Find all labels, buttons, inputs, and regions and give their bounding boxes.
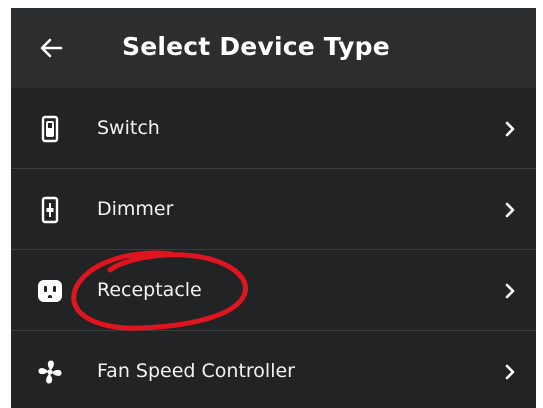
device-type-item-switch[interactable]: Switch — [11, 88, 536, 169]
device-type-label: Dimmer — [97, 198, 174, 220]
dimmer-icon — [41, 196, 59, 224]
device-type-label: Receptacle — [97, 279, 202, 301]
receptacle-icon — [38, 280, 62, 302]
chevron-right-icon — [505, 283, 515, 299]
device-type-screen: Select Device Type Switch Dimmer Recepta… — [11, 8, 536, 408]
arrow-left-icon — [40, 38, 63, 58]
device-type-item-fan-speed-controller[interactable]: Fan Speed Controller — [11, 331, 536, 408]
chevron-right-icon — [505, 364, 515, 380]
device-type-list: Switch Dimmer Receptacle Fan Speed Contr… — [11, 88, 536, 408]
switch-icon — [41, 115, 59, 143]
fan-icon — [38, 360, 62, 384]
device-type-label: Switch — [97, 117, 160, 139]
device-type-item-receptacle[interactable]: Receptacle — [11, 250, 536, 331]
screenshot-frame: Select Device Type Switch Dimmer Recepta… — [0, 0, 543, 408]
page-title: Select Device Type — [122, 32, 390, 61]
back-button[interactable] — [33, 30, 69, 66]
chevron-right-icon — [505, 202, 515, 218]
device-type-item-dimmer[interactable]: Dimmer — [11, 169, 536, 250]
chevron-right-icon — [505, 121, 515, 137]
app-header: Select Device Type — [11, 8, 536, 88]
device-type-label: Fan Speed Controller — [97, 360, 295, 382]
